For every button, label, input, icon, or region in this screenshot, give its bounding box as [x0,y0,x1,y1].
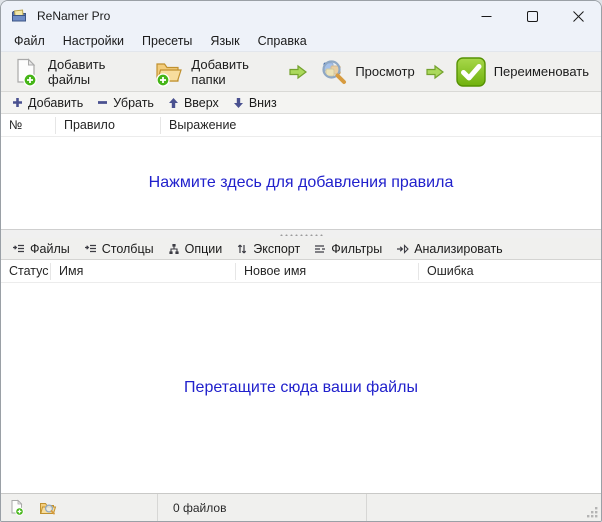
tab-export[interactable]: Экспорт [229,240,307,258]
files-empty-message: Перетащите сюда ваши файлы [184,379,418,397]
tab-analyze[interactable]: Анализировать [389,240,510,258]
menu-language[interactable]: Язык [201,32,248,50]
menu-presets[interactable]: Пресеты [133,32,201,50]
filter-lines-icon [314,243,326,255]
window-title: ReNamer Pro [37,9,463,23]
rules-col-expression[interactable]: Выражение [161,117,601,134]
files-col-status[interactable]: Статус [1,263,51,280]
tab-filters[interactable]: Фильтры [307,240,389,258]
file-plus-icon [13,57,41,87]
arrow-into-bar-icon [396,243,409,255]
folder-plus-icon [154,57,184,87]
files-table-header: Статус Имя Новое имя Ошибка [1,260,601,283]
rule-up-label: Вверх [184,96,219,110]
tab-export-label: Экспорт [253,242,300,256]
tab-options-label: Опции [185,242,223,256]
title-bar: ReNamer Pro [1,1,601,31]
files-list-area[interactable]: Перетащите сюда ваши файлы [1,283,601,493]
folder-search-icon[interactable] [39,500,57,516]
files-col-newname[interactable]: Новое имя [236,263,419,280]
minimize-button[interactable] [463,1,509,31]
arrow-up-icon [168,97,179,109]
tab-columns[interactable]: Столбцы [77,240,161,258]
add-folders-button[interactable]: Добавить папки [148,53,284,91]
rename-button[interactable]: Переименовать [449,52,595,92]
tab-analyze-label: Анализировать [414,242,503,256]
rules-col-number[interactable]: № [1,117,56,134]
tab-files-label: Файлы [30,242,70,256]
rules-table-header: № Правило Выражение [1,114,601,137]
rules-empty-message[interactable]: Нажмите здесь для добавления правила [149,174,454,192]
rename-label: Переименовать [494,64,589,79]
file-count: 0 файлов [173,501,226,515]
tab-files[interactable]: Файлы [5,240,77,258]
rule-down-label: Вниз [249,96,277,110]
add-folders-label: Добавить папки [191,57,278,87]
rule-remove-label: Убрать [113,96,154,110]
file-plus-icon[interactable] [9,499,25,516]
preview-button[interactable]: Просмотр [312,53,420,91]
files-panel-tabbar: Файлы Столбцы Опции Экспорт Фильтры [1,238,601,260]
tree-icon [168,243,180,255]
green-check-icon [455,56,487,88]
rules-list-area[interactable]: Нажмите здесь для добавления правила [1,137,601,229]
main-toolbar: Добавить файлы Добавить папки [1,52,601,92]
rule-add-button[interactable]: Добавить [5,94,90,112]
add-files-button[interactable]: Добавить файлы [7,53,148,91]
rules-toolbar: Добавить Убрать Вверх Вниз [1,92,601,114]
add-files-label: Добавить файлы [48,57,142,87]
files-col-name[interactable]: Имя [51,263,236,280]
maximize-button[interactable] [509,1,555,31]
panel-splitter[interactable] [1,229,601,238]
tab-columns-label: Столбцы [102,242,154,256]
tab-filters-label: Фильтры [331,242,382,256]
splitter-grip-icon [279,233,323,236]
renamer-pro-window: ReNamer Pro Файл Настройки Пресеты Язык … [0,0,602,522]
resize-grip-icon[interactable] [586,506,599,519]
arrow-down-icon [233,97,244,109]
tab-options[interactable]: Опции [161,240,230,258]
green-arrow-right-icon [425,64,445,80]
arrows-up-down-icon [236,243,248,255]
files-col-error[interactable]: Ошибка [419,263,601,280]
rule-add-label: Добавить [28,96,83,110]
close-button[interactable] [555,1,601,31]
menu-settings[interactable]: Настройки [54,32,133,50]
rule-down-button[interactable]: Вниз [226,94,284,112]
app-icon [11,8,29,24]
status-bar: 0 файлов [1,493,601,521]
statusbar-file-count-panel: 0 файлов [158,494,367,521]
preview-label: Просмотр [355,64,414,79]
menu-help[interactable]: Справка [249,32,316,50]
statusbar-spacer-panel [367,494,601,521]
plus-icon [12,97,23,108]
list-arrow-icon [12,243,25,255]
green-arrow-right-icon [288,64,308,80]
minus-icon [97,97,108,108]
rule-remove-button[interactable]: Убрать [90,94,161,112]
menu-bar: Файл Настройки Пресеты Язык Справка [1,31,601,52]
rules-col-rule[interactable]: Правило [56,117,161,134]
magnifier-icon [318,57,348,87]
statusbar-icons-panel [1,494,158,521]
menu-file[interactable]: Файл [5,32,54,50]
list-arrow-icon [84,243,97,255]
rule-up-button[interactable]: Вверх [161,94,226,112]
